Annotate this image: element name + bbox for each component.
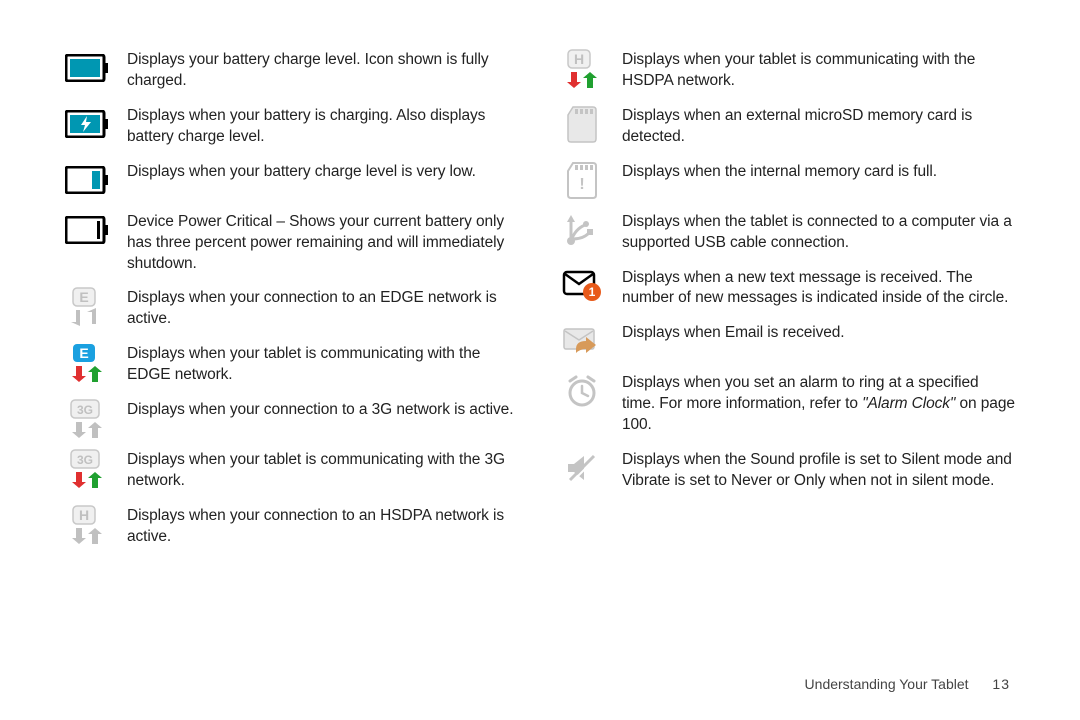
- desc-text: Displays when your battery charge level …: [127, 162, 520, 183]
- row-edge-active: E Displays when your tablet is communica…: [65, 344, 520, 386]
- svg-text:3G: 3G: [77, 403, 93, 417]
- desc-text: Displays when your tablet is communicati…: [127, 450, 520, 492]
- alarm-icon: [560, 373, 604, 409]
- desc-text: Displays when your battery is charging. …: [127, 106, 520, 148]
- row-silent: Displays when the Sound profile is set t…: [560, 450, 1015, 492]
- row-alarm: Displays when you set an alarm to ring a…: [560, 373, 1015, 436]
- desc-text: Displays when your tablet is communicati…: [127, 344, 520, 386]
- email-icon: [560, 323, 604, 359]
- desc-text: Displays when your tablet is communicati…: [622, 50, 1015, 92]
- svg-text:!: !: [579, 176, 584, 193]
- right-column: H Displays when your tablet is communica…: [560, 50, 1015, 562]
- sms-icon: 1: [560, 268, 604, 304]
- desc-text: Displays when an external microSD memory…: [622, 106, 1015, 148]
- desc-text: Displays when your connection to a 3G ne…: [127, 400, 520, 421]
- hsdpa-active-icon: H: [560, 50, 604, 86]
- threeg-active-icon: 3G: [65, 450, 109, 486]
- row-hsdpa-idle: H Displays when your connection to an HS…: [65, 506, 520, 548]
- battery-low-icon: [65, 162, 109, 198]
- row-usb: Displays when the tablet is connected to…: [560, 212, 1015, 254]
- threeg-idle-icon: 3G: [65, 400, 109, 436]
- row-battery-full: Displays your battery charge level. Icon…: [65, 50, 520, 92]
- desc-text: Displays when the Sound profile is set t…: [622, 450, 1015, 492]
- row-sms: 1 Displays when a new text message is re…: [560, 268, 1015, 310]
- manual-page: Displays your battery charge level. Icon…: [0, 0, 1080, 720]
- row-3g-active: 3G Displays when your tablet is communic…: [65, 450, 520, 492]
- row-email: Displays when Email is received.: [560, 323, 1015, 359]
- svg-text:H: H: [574, 51, 584, 67]
- battery-full-icon: [65, 50, 109, 86]
- row-3g-idle: 3G Displays when your connection to a 3G…: [65, 400, 520, 436]
- desc-text: Displays your battery charge level. Icon…: [127, 50, 520, 92]
- row-battery-low: Displays when your battery charge level …: [65, 162, 520, 198]
- desc-text: Displays when a new text message is rece…: [622, 268, 1015, 310]
- svg-text:E: E: [79, 289, 88, 305]
- page-footer: Understanding Your Tablet 13: [805, 676, 1010, 692]
- two-column-layout: Displays your battery charge level. Icon…: [65, 50, 1015, 562]
- left-column: Displays your battery charge level. Icon…: [65, 50, 520, 562]
- usb-icon: [560, 212, 604, 248]
- svg-text:H: H: [79, 507, 89, 523]
- footer-page-number: 13: [992, 676, 1010, 692]
- desc-text: Device Power Critical – Shows your curre…: [127, 212, 520, 275]
- row-sd-full: ! Displays when the internal memory card…: [560, 162, 1015, 198]
- row-sd-detected: Displays when an external microSD memory…: [560, 106, 1015, 148]
- sd-full-icon: !: [560, 162, 604, 198]
- svg-text:1: 1: [589, 285, 596, 299]
- row-battery-charging: Displays when your battery is charging. …: [65, 106, 520, 148]
- svg-text:3G: 3G: [77, 453, 93, 467]
- silent-icon: [560, 450, 604, 486]
- row-battery-critical: Device Power Critical – Shows your curre…: [65, 212, 520, 275]
- edge-active-icon: E: [65, 344, 109, 380]
- desc-text: Displays when your connection to an EDGE…: [127, 288, 520, 330]
- edge-idle-icon: E: [65, 288, 109, 324]
- battery-charging-icon: [65, 106, 109, 142]
- footer-section: Understanding Your Tablet: [805, 676, 969, 692]
- desc-text: Displays when your connection to an HSDP…: [127, 506, 520, 548]
- alarm-text-ref: "Alarm Clock": [862, 395, 959, 412]
- svg-text:E: E: [79, 345, 88, 361]
- desc-text: Displays when the tablet is connected to…: [622, 212, 1015, 254]
- desc-text: Displays when you set an alarm to ring a…: [622, 373, 1015, 436]
- desc-text: Displays when the internal memory card i…: [622, 162, 1015, 183]
- row-hsdpa-active: H Displays when your tablet is communica…: [560, 50, 1015, 92]
- battery-critical-icon: [65, 212, 109, 248]
- desc-text: Displays when Email is received.: [622, 323, 1015, 344]
- row-edge-idle: E Displays when your connection to an ED…: [65, 288, 520, 330]
- sd-detected-icon: [560, 106, 604, 142]
- hsdpa-idle-icon: H: [65, 506, 109, 542]
